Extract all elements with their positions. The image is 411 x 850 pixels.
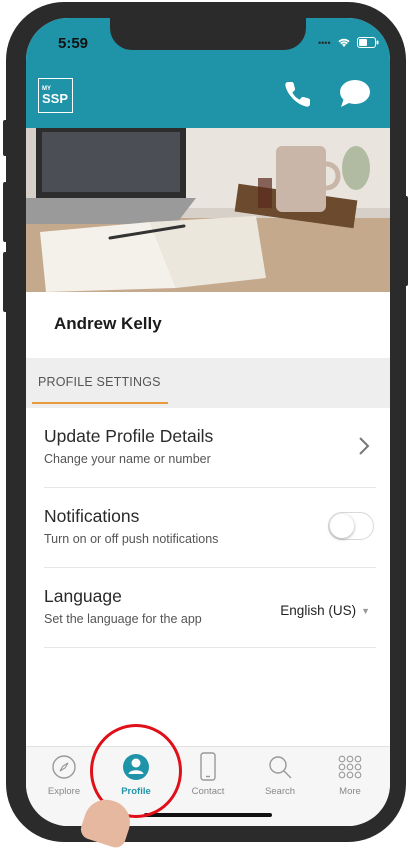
grid-dots-icon xyxy=(338,755,362,779)
wifi-icon xyxy=(337,38,350,47)
chat-bubble-icon[interactable] xyxy=(338,78,372,110)
desk-photo-illustration xyxy=(26,128,390,292)
profile-cover-photo xyxy=(26,128,390,292)
profile-name-card: Andrew Kelly xyxy=(26,292,390,358)
caret-down-icon: ▼ xyxy=(361,605,370,616)
logo-big-text: SSP xyxy=(42,91,69,106)
cellular-dots-icon: •••• xyxy=(318,37,331,48)
settings-list: Update Profile Details Change your name … xyxy=(26,408,390,746)
side-button-silent xyxy=(3,120,9,156)
notifications-toggle[interactable] xyxy=(328,512,374,540)
tab-more[interactable]: More xyxy=(320,751,380,811)
tab-more-label: More xyxy=(339,786,361,797)
tab-search-label: Search xyxy=(264,786,296,797)
compass-icon xyxy=(52,755,76,779)
section-underline xyxy=(32,402,168,404)
profile-name: Andrew Kelly xyxy=(54,314,162,333)
tab-contact[interactable]: Contact xyxy=(178,751,238,811)
status-time: 5:59 xyxy=(58,35,89,52)
language-subtitle: Set the language for the app xyxy=(44,612,202,626)
notifications-subtitle: Turn on or off push notifications xyxy=(44,532,219,546)
section-header: PROFILE SETTINGS xyxy=(26,358,390,408)
phone-screen: 5:59 •••• MY SSP Andrew Kelly PROFILE SE… xyxy=(26,18,390,826)
tab-contact-label: Contact xyxy=(191,786,225,797)
battery-icon xyxy=(356,37,379,48)
side-button-volume-up xyxy=(3,182,9,242)
myssp-logo[interactable]: MY SSP xyxy=(38,78,73,113)
notifications-row: Notifications Turn on or off push notifi… xyxy=(44,488,376,568)
section-title: PROFILE SETTINGS xyxy=(38,375,161,389)
update-profile-subtitle: Change your name or number xyxy=(44,452,211,466)
row-divider xyxy=(44,647,376,648)
mobile-phone-icon xyxy=(200,752,216,781)
chevron-right-icon xyxy=(359,437,370,455)
update-profile-title: Update Profile Details xyxy=(44,426,214,446)
notifications-title: Notifications xyxy=(44,506,140,526)
status-icons: •••• xyxy=(318,37,379,48)
toggle-knob xyxy=(330,514,354,538)
language-select[interactable]: English (US) ▼ xyxy=(280,603,370,618)
home-indicator[interactable] xyxy=(144,813,272,817)
update-profile-row[interactable]: Update Profile Details Change your name … xyxy=(44,408,376,488)
side-button-volume-down xyxy=(3,252,9,312)
language-row[interactable]: Language Set the language for the app En… xyxy=(44,568,376,648)
language-value: English (US) xyxy=(280,603,357,618)
search-icon xyxy=(269,756,292,779)
notch xyxy=(110,18,306,50)
language-title: Language xyxy=(44,586,122,606)
tab-explore[interactable]: Explore xyxy=(34,751,94,811)
tab-explore-label: Explore xyxy=(47,786,81,797)
bottom-tab-bar: Explore Profile Contact Search More xyxy=(26,746,390,826)
tab-search[interactable]: Search xyxy=(250,751,310,811)
phone-icon[interactable] xyxy=(282,78,314,110)
side-button-power xyxy=(402,196,408,286)
